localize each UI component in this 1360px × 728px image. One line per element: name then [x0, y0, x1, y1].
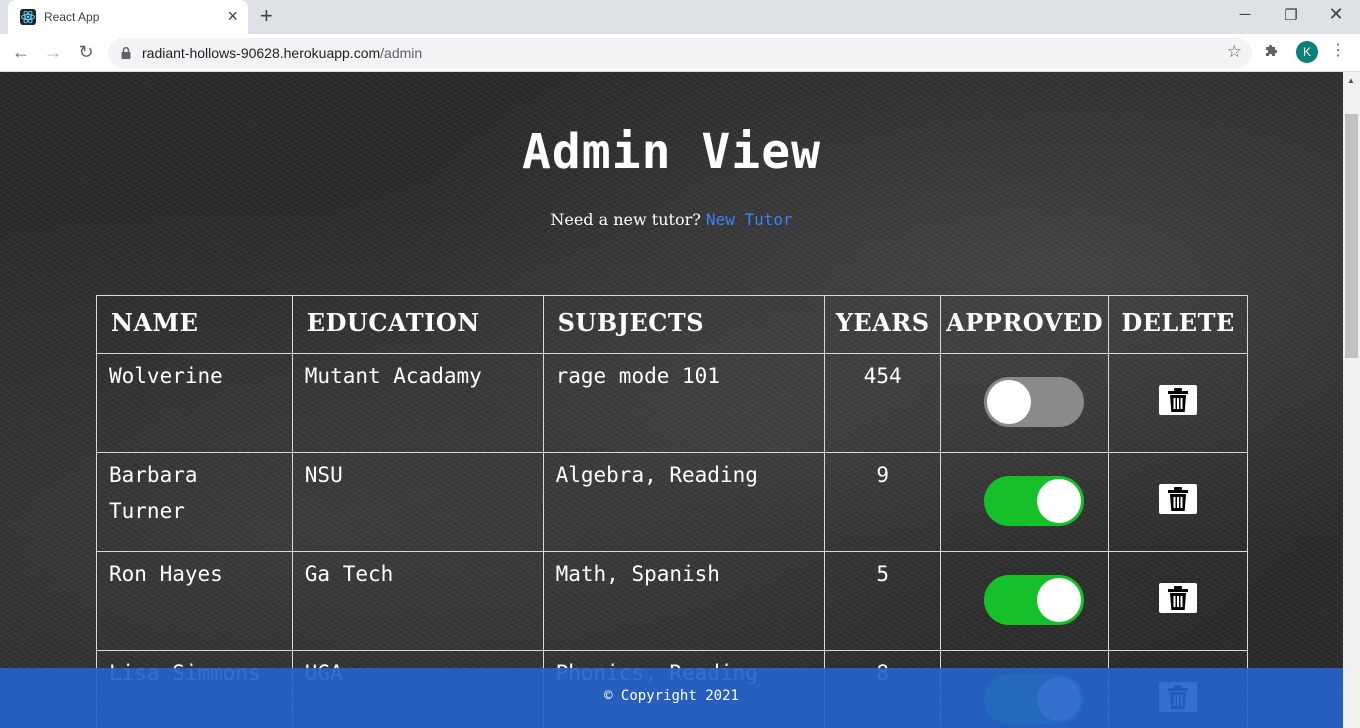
cell-approved — [940, 452, 1110, 552]
cell-years: 5 — [824, 551, 942, 651]
page-title: Admin View — [522, 124, 821, 180]
cell-approved — [940, 551, 1110, 651]
bookmark-star-icon[interactable]: ☆ — [1227, 42, 1242, 62]
approved-toggle[interactable] — [984, 575, 1085, 625]
subtitle: Need a new tutor? New Tutor — [0, 210, 1343, 229]
profile-avatar[interactable]: K — [1296, 41, 1318, 63]
cell-name: Ron Hayes — [96, 551, 293, 651]
browser-tab[interactable]: React App × — [8, 0, 248, 34]
browser-menu-icon[interactable]: ⋮ — [1330, 40, 1346, 60]
cell-subjects: Algebra, Reading — [542, 452, 826, 552]
url-host: radiant-hollows-90628.herokuapp.com — [142, 45, 381, 61]
subtitle-text: Need a new tutor? — [550, 210, 701, 229]
cell-subjects: rage mode 101 — [542, 353, 826, 453]
scroll-up-arrow-icon[interactable]: ▲ — [1347, 76, 1355, 85]
minimize-icon[interactable]: ─ — [1235, 6, 1255, 23]
url-path: /admin — [380, 45, 423, 61]
address-bar[interactable]: radiant-hollows-90628.herokuapp.com/admi… — [108, 38, 1252, 68]
header-subjects: SUBJECTS — [542, 295, 826, 354]
cell-approved — [940, 353, 1110, 453]
delete-button[interactable] — [1159, 385, 1198, 415]
browser-toolbar: ← → ↻ radiant-hollows-90628.herokuapp.co… — [0, 34, 1360, 72]
toggle-knob — [987, 380, 1032, 424]
lock-icon — [119, 46, 133, 60]
cell-delete — [1108, 452, 1248, 552]
tab-strip: React App × + ─ ❐ ✕ — [0, 0, 1360, 34]
cell-delete — [1108, 551, 1248, 651]
approved-toggle[interactable] — [984, 476, 1085, 526]
footer: © Copyright 2021 — [0, 668, 1343, 728]
close-window-icon[interactable]: ✕ — [1326, 4, 1346, 25]
tab-title: React App — [44, 10, 100, 24]
scrollbar-thumb[interactable] — [1345, 114, 1358, 358]
table-row: Ron Hayes Ga Tech Math, Spanish 5 — [96, 551, 1248, 651]
cell-education: Ga Tech — [291, 551, 544, 651]
cell-education: NSU — [291, 452, 544, 552]
page-scrollbar[interactable]: ▲ — [1343, 72, 1360, 728]
delete-button[interactable] — [1159, 484, 1198, 514]
cell-years: 454 — [824, 353, 942, 453]
cell-subjects: Math, Spanish — [542, 551, 826, 651]
copyright-text: © Copyright 2021 — [604, 688, 739, 704]
cell-name: Wolverine — [96, 353, 293, 453]
page-viewport: Admin View Need a new tutor? New Tutor N… — [0, 72, 1343, 728]
react-icon — [20, 9, 36, 25]
cell-delete — [1108, 353, 1248, 453]
cell-education: Mutant Acadamy — [291, 353, 544, 453]
back-icon[interactable]: ← — [10, 41, 32, 63]
url-text: radiant-hollows-90628.herokuapp.com/admi… — [142, 45, 422, 61]
tutors-table: NAME EDUCATION SUBJECTS YEARS APPROVED D… — [96, 295, 1248, 728]
cell-years: 9 — [824, 452, 942, 552]
toggle-knob — [1037, 578, 1082, 622]
table-row: Barbara Turner NSU Algebra, Reading 9 — [96, 452, 1248, 552]
table-row: Wolverine Mutant Acadamy rage mode 101 454 — [96, 353, 1248, 453]
header-approved: APPROVED — [940, 295, 1110, 354]
cell-name: Barbara Turner — [96, 452, 293, 552]
header-name: NAME — [96, 295, 293, 354]
toggle-knob — [1037, 479, 1082, 523]
new-tab-icon[interactable]: + — [260, 5, 273, 27]
header-years: YEARS — [824, 295, 942, 354]
delete-button[interactable] — [1159, 583, 1198, 613]
table-header-row: NAME EDUCATION SUBJECTS YEARS APPROVED D… — [96, 295, 1248, 354]
extensions-icon[interactable] — [1264, 42, 1280, 63]
header-delete: DELETE — [1108, 295, 1248, 354]
reload-icon[interactable]: ↻ — [75, 41, 97, 63]
new-tutor-link[interactable]: New Tutor — [706, 210, 793, 229]
header-education: EDUCATION — [291, 295, 544, 354]
approved-toggle[interactable] — [984, 377, 1085, 427]
forward-icon[interactable]: → — [42, 41, 64, 63]
close-tab-icon[interactable]: × — [227, 7, 238, 25]
restore-icon[interactable]: ❐ — [1281, 6, 1301, 24]
